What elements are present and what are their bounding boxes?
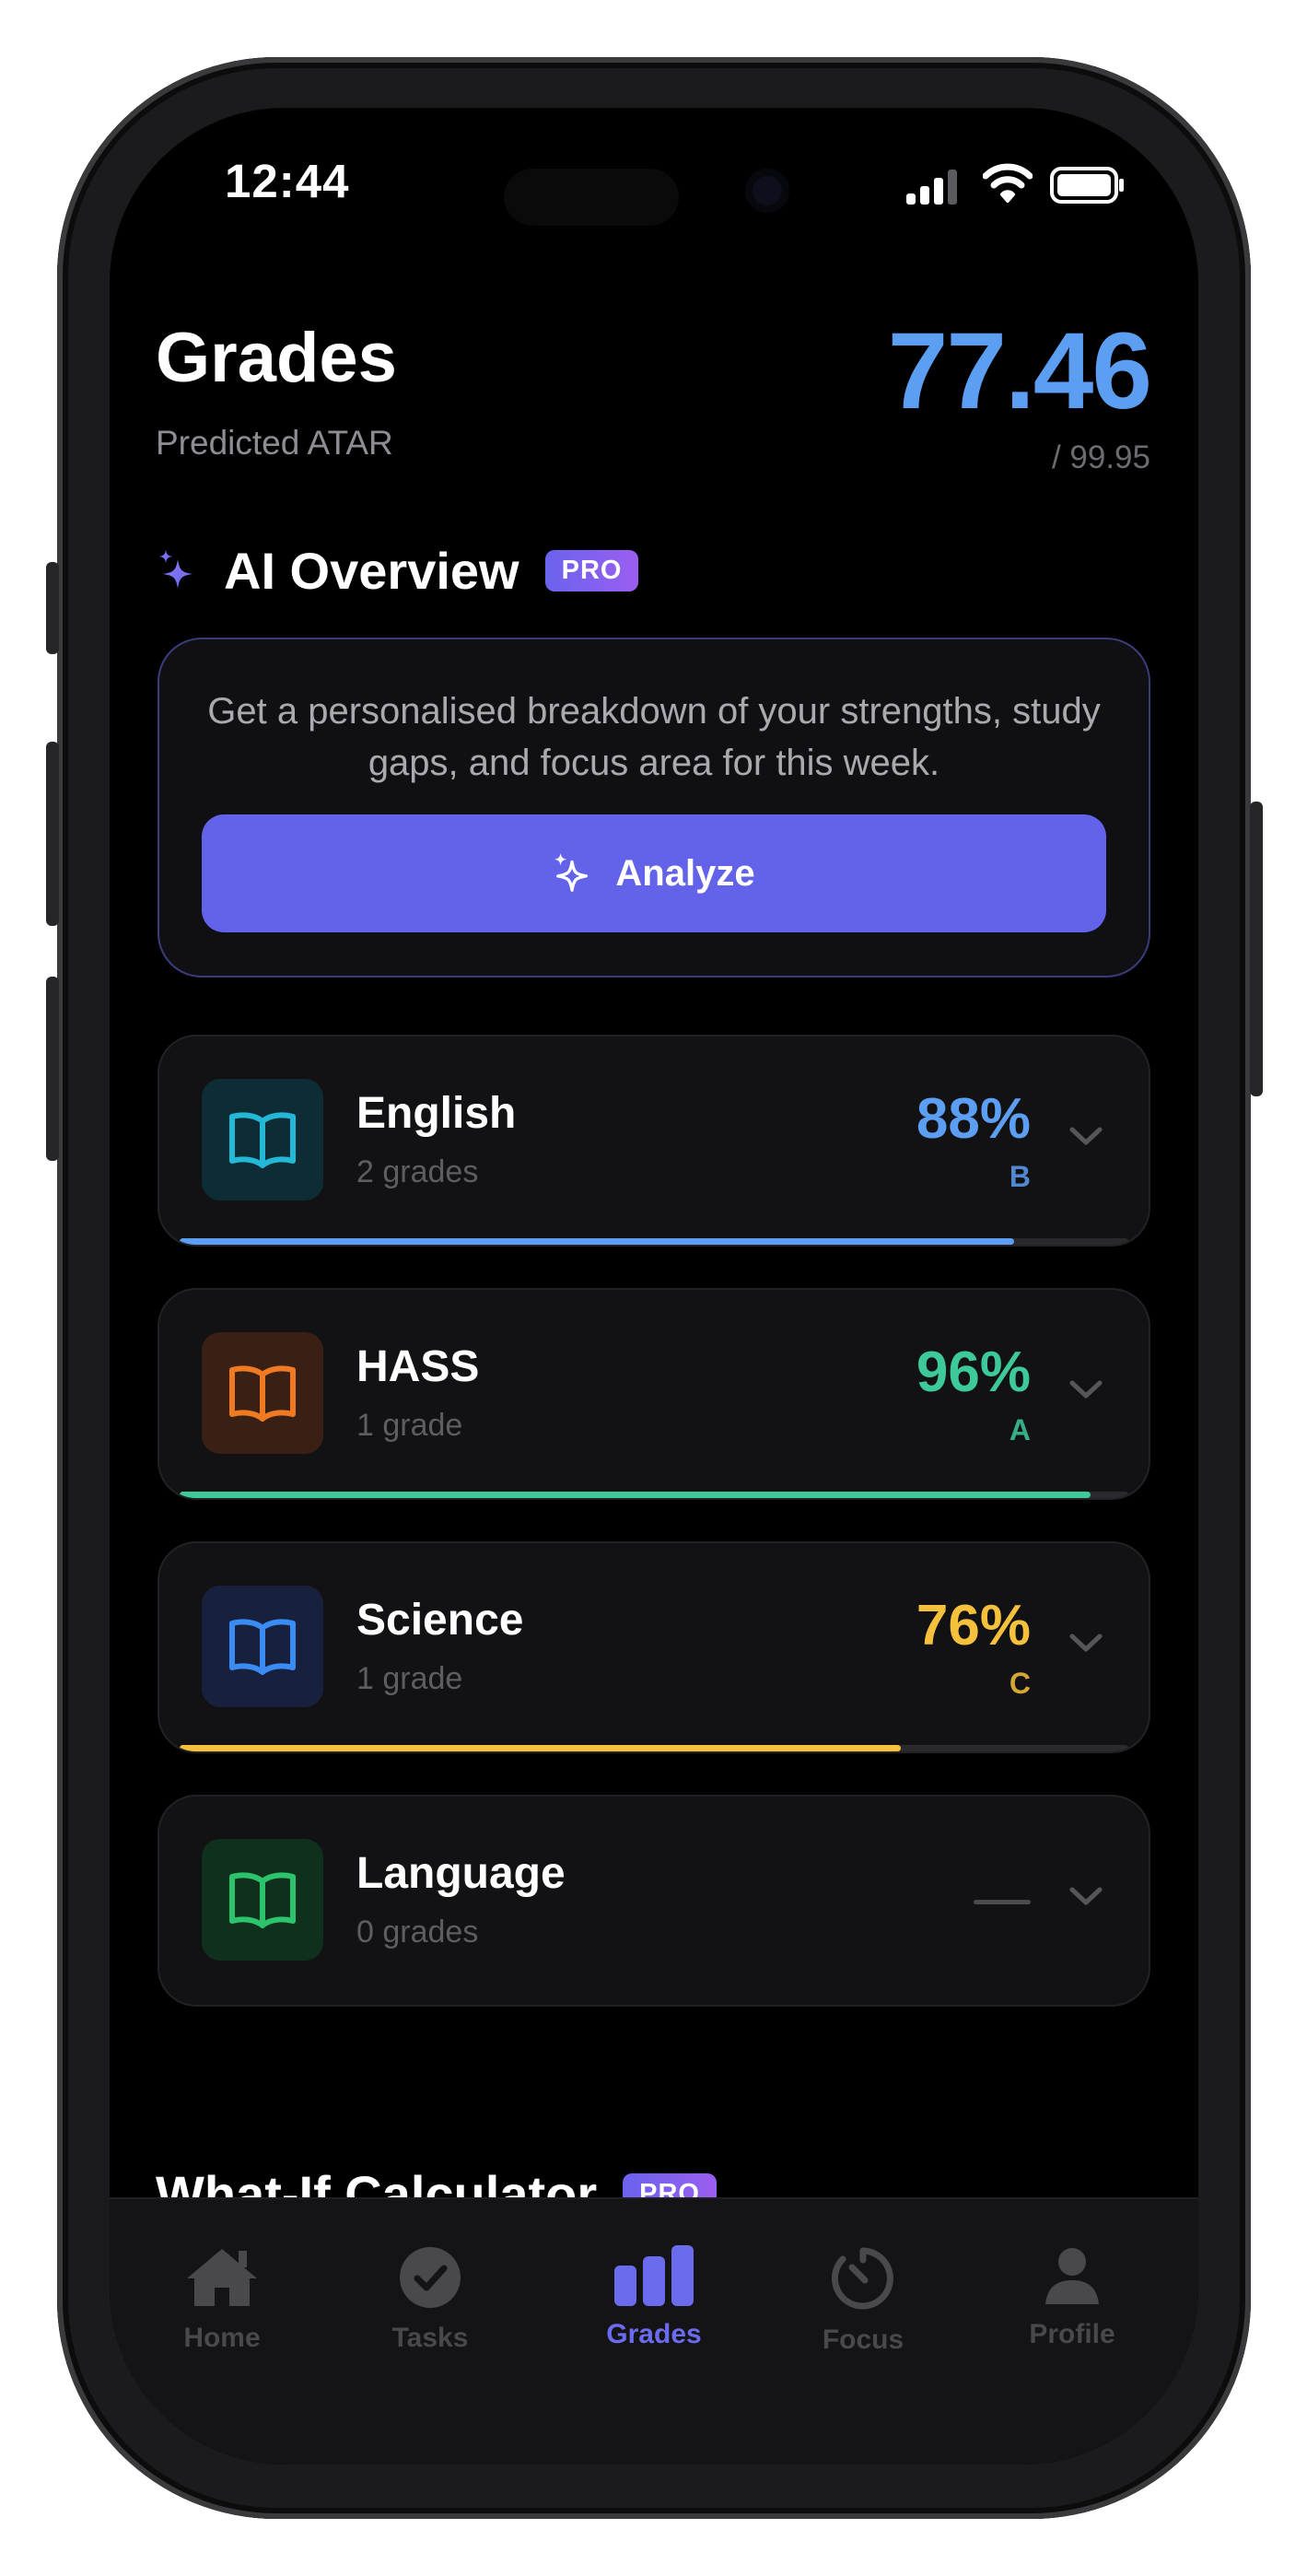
subject-letter-grade: C [1009, 1667, 1031, 1700]
subject-icon-tile [202, 1586, 323, 1707]
power-button [1250, 802, 1263, 1096]
subject-letter-grade: B [1009, 1160, 1031, 1193]
subject-icon-tile [202, 1079, 323, 1200]
ai-overview-card: Get a personalised breakdown of your str… [158, 638, 1150, 978]
wifi-icon [983, 163, 1033, 203]
chevron-down-icon[interactable] [1068, 1885, 1104, 1909]
subject-name: HASS [356, 1342, 480, 1391]
subject-card-language[interactable]: Language 0 grades [158, 1795, 1150, 2007]
page-title: Grades [156, 319, 397, 397]
subject-icon-tile [202, 1839, 323, 1961]
tab-label: Tasks [391, 2323, 469, 2353]
subject-progress-fill [180, 1238, 1015, 1245]
tab-home[interactable]: Home [113, 2199, 331, 2383]
chevron-down-icon[interactable] [1068, 1378, 1104, 1402]
tab-tasks[interactable]: Tasks [321, 2199, 539, 2383]
predicted-atar-value: 77.46 [887, 310, 1152, 432]
action-button [46, 562, 59, 654]
tab-grades[interactable]: Grades [545, 2199, 763, 2383]
subject-percent: 88% [916, 1087, 1031, 1151]
subject-card-science[interactable]: Science 1 grade 76% C [158, 1541, 1150, 1753]
pro-badge: PRO [544, 550, 639, 591]
app-screen: 12:44 Grades Predicted ATAR 77.46 / 99.9… [110, 108, 1198, 2465]
subject-progress-fill [180, 1492, 1091, 1498]
status-time: 12:44 [225, 155, 350, 207]
home-icon [187, 2249, 257, 2306]
timer-icon [831, 2247, 893, 2310]
volume-down-button [46, 977, 59, 1161]
subject-progress-bar [180, 1745, 1128, 1751]
subject-grade-count: 2 grades [356, 1154, 479, 1189]
subject-name: Science [356, 1596, 524, 1645]
cellular-signal-icon [906, 170, 957, 205]
tab-focus[interactable]: Focus [754, 2199, 972, 2383]
tab-label: Focus [822, 2324, 904, 2355]
book-icon [229, 1365, 296, 1422]
subject-name: Language [356, 1849, 566, 1898]
tab-bar: Home Tasks Grades Focus Profile [110, 2197, 1198, 2465]
subject-name: English [356, 1089, 517, 1138]
subject-grade-count: 1 grade [356, 1408, 463, 1443]
ai-overview-description: Get a personalised breakdown of your str… [207, 691, 1101, 783]
island-sensor [504, 169, 679, 226]
front-camera [745, 169, 789, 213]
subject-percent: 96% [916, 1341, 1031, 1404]
subject-progress-bar [180, 1492, 1128, 1498]
dynamic-island [482, 141, 826, 244]
subject-percent: 76% [916, 1594, 1031, 1657]
book-icon [229, 1112, 296, 1168]
ai-overview-header: AI Overview PRO [158, 541, 639, 601]
person-icon [1045, 2248, 1099, 2304]
subject-card-hass[interactable]: HASS 1 grade 96% A [158, 1288, 1150, 1500]
volume-up-button [46, 742, 59, 926]
subject-grade-count: 0 grades [356, 1914, 479, 1950]
atar-max-value: / 99.95 [1051, 439, 1150, 475]
chevron-down-icon[interactable] [1068, 1125, 1104, 1149]
analyze-button-label: Analyze [615, 852, 755, 894]
tab-label: Profile [1029, 2319, 1115, 2349]
sparkles-icon [554, 853, 589, 892]
page-subtitle: Predicted ATAR [156, 424, 393, 462]
ai-overview-title: AI Overview [224, 542, 519, 600]
tab-label: Home [183, 2323, 261, 2353]
tab-label: Grades [606, 2319, 702, 2349]
subject-icon-tile [202, 1332, 323, 1454]
subject-letter-grade: A [1009, 1413, 1031, 1446]
no-grade-dash [974, 1900, 1031, 1904]
sparkles-icon [159, 549, 193, 589]
subject-grade-count: 1 grade [356, 1661, 463, 1696]
chevron-down-icon[interactable] [1068, 1632, 1104, 1656]
bar-chart-icon [614, 2245, 694, 2306]
tab-profile[interactable]: Profile [963, 2199, 1181, 2383]
subject-progress-bar [180, 1238, 1128, 1245]
subject-card-english[interactable]: English 2 grades 88% B [158, 1035, 1150, 1247]
check-circle-icon [400, 2247, 461, 2308]
book-icon [229, 1872, 296, 1928]
analyze-button[interactable]: Analyze [202, 814, 1106, 932]
battery-icon [1050, 167, 1124, 204]
book-icon [229, 1619, 296, 1675]
subject-progress-fill [180, 1745, 901, 1751]
